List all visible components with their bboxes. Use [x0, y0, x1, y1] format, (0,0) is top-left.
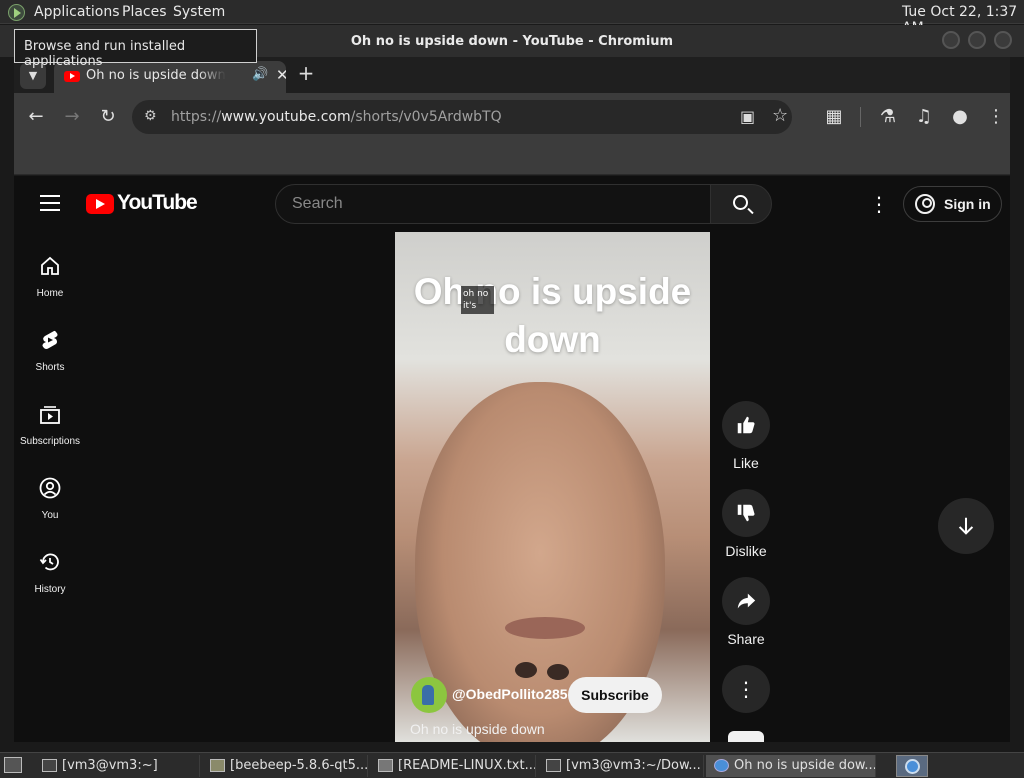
reload-icon[interactable]: ↻ — [96, 105, 120, 129]
thumbs-up-icon — [737, 416, 755, 434]
chromium-icon — [905, 759, 920, 774]
next-video-button[interactable] — [938, 498, 994, 554]
chevron-down-icon: ▼ — [28, 69, 38, 82]
more-actions-icon[interactable]: ⋮ — [722, 665, 770, 713]
taskbar-item-terminal-2[interactable]: [vm3@vm3:~/Dow... — [538, 755, 704, 777]
youtube-page: YouTube ⋮ Sign in Home Shorts Subscripti… — [14, 176, 1010, 742]
install-app-icon[interactable]: ▣ — [740, 107, 755, 126]
share-label: Share — [727, 631, 765, 647]
applications-menu[interactable]: Applications — [34, 4, 120, 20]
like-label: Like — [733, 455, 759, 471]
chromium-icon — [714, 759, 729, 772]
shorts-video-player[interactable]: Oh no is upside down oh no it's @ObedPol… — [395, 232, 710, 742]
minimize-button[interactable] — [942, 31, 960, 49]
profile-icon[interactable]: ● — [948, 105, 972, 129]
search-input[interactable] — [292, 193, 692, 215]
url-text[interactable]: https://www.youtube.com/shorts/v0v5Ardwb… — [171, 109, 502, 125]
dislike-button[interactable] — [722, 489, 770, 537]
history-icon — [39, 553, 59, 571]
subscriptions-icon — [40, 406, 60, 424]
browser-menu-icon[interactable]: ⋮ — [984, 105, 1008, 129]
hamburger-menu-icon[interactable] — [40, 195, 60, 211]
youtube-favicon-icon — [64, 71, 80, 82]
sign-in-button[interactable]: Sign in — [903, 186, 1002, 222]
taskbar-item-folder[interactable]: [beebeep-5.8.6-qt5... — [202, 755, 368, 777]
browser-toolbar: ← → ↻ ⚙ https://www.youtube.com/shorts/v… — [14, 93, 1010, 141]
account-icon — [915, 194, 935, 214]
taskbar-item-terminal-1[interactable]: [vm3@vm3:~] — [34, 755, 200, 777]
like-button[interactable] — [722, 401, 770, 449]
labs-flask-icon[interactable]: ⚗ — [876, 105, 900, 129]
forward-arrow-icon[interactable]: → — [60, 105, 84, 129]
settings-menu-icon[interactable]: ⋮ — [869, 192, 889, 216]
close-window-button[interactable] — [994, 31, 1012, 49]
home-icon — [41, 256, 59, 275]
system-menu[interactable]: System — [173, 4, 225, 20]
search-icon — [733, 195, 748, 210]
extensions-icon[interactable]: ▦ — [822, 105, 846, 129]
shorts-icon — [42, 330, 58, 349]
share-button[interactable] — [722, 577, 770, 625]
video-caption-overlay: Oh no is upside down — [413, 271, 692, 360]
terminal-icon — [42, 759, 57, 772]
channel-avatar[interactable] — [411, 677, 447, 713]
share-arrow-icon — [737, 593, 756, 609]
thumbs-down-icon — [737, 504, 755, 522]
system-panel: Applications Places System Tue Oct 22, 1… — [0, 0, 1024, 36]
dislike-label: Dislike — [725, 543, 767, 559]
small-caption-overlay: oh no it's — [461, 286, 494, 314]
bookmark-star-icon[interactable]: ☆ — [772, 105, 788, 126]
taskbar: [vm3@vm3:~] [beebeep-5.8.6-qt5... [READM… — [0, 752, 1024, 778]
applications-tooltip: Browse and run installed applications — [14, 29, 257, 69]
address-bar[interactable]: ⚙ https://www.youtube.com/shorts/v0v5Ard… — [132, 100, 792, 134]
arrow-down-icon — [958, 517, 974, 535]
sidebar-item-history[interactable]: History — [14, 542, 86, 612]
youtube-wordmark[interactable]: YouTube — [117, 191, 198, 215]
show-desktop-icon[interactable] — [4, 757, 22, 773]
taskbar-item-chromium[interactable]: Oh no is upside dow... — [706, 755, 876, 777]
video-title: Oh no is upside down — [410, 721, 545, 737]
subscribe-button[interactable]: Subscribe — [568, 677, 662, 713]
you-icon — [39, 477, 61, 499]
sidebar-item-subscriptions[interactable]: Subscriptions — [14, 394, 86, 464]
sidebar-item-you[interactable]: You — [14, 468, 86, 538]
sound-button-partial[interactable] — [728, 731, 764, 742]
maximize-button[interactable] — [968, 31, 986, 49]
folder-icon — [210, 759, 225, 772]
workspace-switcher[interactable] — [896, 755, 928, 777]
channel-name-link[interactable]: @ObedPollito285 — [452, 686, 568, 702]
search-button[interactable] — [710, 184, 772, 224]
tab-title: Oh no is upside down - YouTube — [86, 68, 226, 83]
sidebar-item-shorts[interactable]: Shorts — [14, 320, 86, 390]
back-arrow-icon[interactable]: ← — [24, 105, 48, 129]
terminal-icon — [546, 759, 561, 772]
media-controls-icon[interactable]: ♫ — [912, 105, 936, 129]
sidebar-item-home[interactable]: Home — [14, 246, 86, 316]
audio-playing-icon[interactable]: 🔊 — [252, 67, 268, 82]
applications-logo-icon[interactable] — [8, 4, 25, 21]
taskbar-item-readme[interactable]: [README-LINUX.txt... — [370, 755, 536, 777]
toolbar-divider — [860, 107, 861, 127]
youtube-logo-icon[interactable] — [86, 194, 114, 214]
text-file-icon — [378, 759, 393, 772]
bookmarks-bar — [14, 141, 1010, 175]
site-info-icon[interactable]: ⚙ — [144, 108, 157, 124]
search-box[interactable] — [275, 184, 711, 224]
new-tab-button[interactable]: + — [294, 61, 318, 85]
places-menu[interactable]: Places — [122, 4, 167, 20]
close-tab-icon[interactable]: ✕ — [276, 66, 286, 84]
